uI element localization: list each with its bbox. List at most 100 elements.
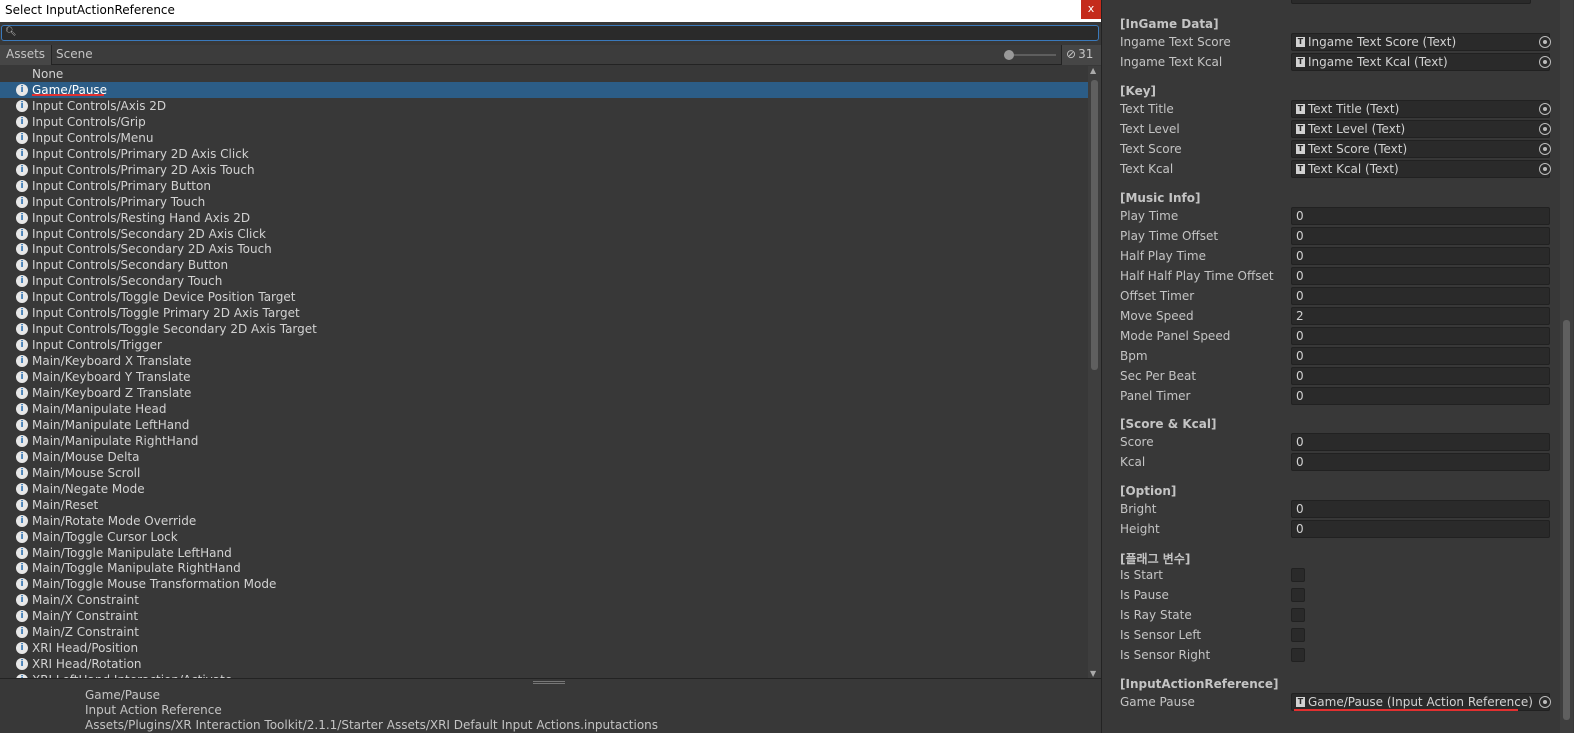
object-picker-icon[interactable] bbox=[1539, 163, 1551, 175]
number-field[interactable]: 0 bbox=[1291, 347, 1550, 365]
object-field[interactable]: T Text Title (Text) bbox=[1291, 100, 1550, 118]
section-header: [Music Info] bbox=[1120, 191, 1201, 205]
input-action-icon: ⅰ bbox=[16, 83, 28, 96]
inspector-scrollbar[interactable] bbox=[1560, 0, 1573, 733]
list-item[interactable]: ⅰ Input Controls/Trigger bbox=[0, 337, 1088, 353]
list-item[interactable]: ⅰ Main/Keyboard Z Translate bbox=[0, 385, 1088, 401]
list-item[interactable]: ⅰ XRI Head/Rotation bbox=[0, 656, 1088, 672]
scroll-up-arrow-icon[interactable]: ▲ bbox=[1090, 66, 1096, 75]
field-label: Text Title bbox=[1120, 102, 1174, 116]
object-picker-icon[interactable] bbox=[1539, 143, 1551, 155]
list-item[interactable]: ⅰ Main/Z Constraint bbox=[0, 624, 1088, 640]
list-item-label: Main/Toggle Manipulate LeftHand bbox=[32, 545, 232, 560]
list-item[interactable]: ⅰ Main/Keyboard Y Translate bbox=[0, 369, 1088, 385]
list-item[interactable]: ⅰ Input Controls/Axis 2D bbox=[0, 98, 1088, 114]
object-field[interactable]: T Ingame Text Kcal (Text) bbox=[1291, 53, 1550, 71]
list-item[interactable]: ⅰ Main/Reset bbox=[0, 497, 1088, 513]
list-item[interactable]: ⅰ Main/Y Constraint bbox=[0, 608, 1088, 624]
number-field[interactable]: 0 bbox=[1291, 520, 1550, 538]
list-item-label: XRI Head/Rotation bbox=[32, 657, 142, 672]
field-label: Offset Timer bbox=[1120, 289, 1195, 303]
number-field[interactable]: 0 bbox=[1291, 247, 1550, 265]
list-item[interactable]: ⅰ Input Controls/Grip bbox=[0, 114, 1088, 130]
inspector-scroll-thumb[interactable] bbox=[1563, 320, 1570, 720]
list-item-label: Main/Mouse Scroll bbox=[32, 465, 141, 480]
list-item[interactable]: ⅰ Input Controls/Primary Button bbox=[0, 178, 1088, 194]
hidden-packages-toggle[interactable]: ⊘ 31 bbox=[1061, 45, 1101, 65]
list-item[interactable]: ⅰ Main/Rotate Mode Override bbox=[0, 513, 1088, 529]
tab-scene[interactable]: Scene bbox=[50, 45, 99, 65]
zoom-slider[interactable] bbox=[1004, 50, 1056, 60]
object-picker-icon[interactable] bbox=[1539, 56, 1551, 68]
list-item[interactable]: ⅰ Main/Manipulate RightHand bbox=[0, 433, 1088, 449]
list-item[interactable]: ⅰ Input Controls/Secondary 2D Axis Click bbox=[0, 226, 1088, 242]
object-picker-icon[interactable] bbox=[1539, 36, 1551, 48]
list-item[interactable]: ⅰ Game/Pause bbox=[0, 81, 1088, 98]
number-field[interactable]: 0 bbox=[1291, 227, 1550, 245]
object-field[interactable]: T Text Score (Text) bbox=[1291, 140, 1550, 158]
list-item[interactable]: ⅰ Main/X Constraint bbox=[0, 592, 1088, 608]
text-component-icon: T bbox=[1296, 104, 1305, 114]
list-item[interactable]: ⅰ Input Controls/Toggle Secondary 2D Axis… bbox=[0, 321, 1088, 337]
tab-assets[interactable]: Assets bbox=[0, 45, 53, 65]
list-item[interactable]: ⅰ Input Controls/Primary 2D Axis Click bbox=[0, 146, 1088, 162]
list-item[interactable]: ⅰ Input Controls/Secondary 2D Axis Touch bbox=[0, 241, 1088, 257]
number-field[interactable]: 2 bbox=[1291, 307, 1550, 325]
splitter-grip-icon[interactable] bbox=[533, 681, 565, 684]
search-input[interactable] bbox=[16, 26, 1096, 40]
list-item[interactable]: ⅰ Input Controls/Primary Touch bbox=[0, 194, 1088, 210]
list-item[interactable]: ⅰ Main/Toggle Mouse Transformation Mode bbox=[0, 576, 1088, 592]
list-scroll-thumb[interactable] bbox=[1091, 80, 1098, 370]
list-item[interactable]: None bbox=[0, 66, 1088, 82]
list-item[interactable]: ⅰ Main/Mouse Scroll bbox=[0, 465, 1088, 481]
checkbox[interactable] bbox=[1291, 628, 1305, 642]
list-item[interactable]: ⅰ Input Controls/Menu bbox=[0, 130, 1088, 146]
number-field[interactable]: 0 bbox=[1291, 433, 1550, 451]
object-picker-icon[interactable] bbox=[1539, 696, 1551, 708]
number-field[interactable]: 0 bbox=[1291, 287, 1550, 305]
number-field[interactable]: 0 bbox=[1291, 367, 1550, 385]
number-field[interactable]: 0 bbox=[1291, 500, 1550, 518]
object-field[interactable]: T Ingame Text Score (Text) bbox=[1291, 33, 1550, 51]
zoom-slider-handle[interactable] bbox=[1004, 50, 1014, 60]
list-item[interactable]: ⅰ Main/Negate Mode bbox=[0, 481, 1088, 497]
list-item[interactable]: ⅰ Main/Manipulate Head bbox=[0, 401, 1088, 417]
list-item[interactable]: ⅰ Main/Mouse Delta bbox=[0, 449, 1088, 465]
text-component-icon: T bbox=[1296, 124, 1305, 134]
scroll-down-arrow-icon[interactable]: ▼ bbox=[1090, 669, 1096, 678]
list-item[interactable]: ⅰ Input Controls/Toggle Device Position T… bbox=[0, 289, 1088, 305]
checkbox[interactable] bbox=[1291, 608, 1305, 622]
list-item[interactable]: ⅰ Main/Manipulate LeftHand bbox=[0, 417, 1088, 433]
input-action-icon: ⅰ bbox=[16, 482, 28, 495]
list-item[interactable]: ⅰ Input Controls/Secondary Button bbox=[0, 257, 1088, 273]
list-item-label: Input Controls/Primary 2D Axis Touch bbox=[32, 162, 255, 177]
input-action-icon: ⅰ bbox=[16, 466, 28, 479]
list-item[interactable]: ⅰ Main/Toggle Cursor Lock bbox=[0, 529, 1088, 545]
field-label: Bpm bbox=[1120, 349, 1148, 363]
list-item[interactable]: ⅰ Main/Toggle Manipulate LeftHand bbox=[0, 545, 1088, 561]
number-field[interactable]: 0 bbox=[1291, 267, 1550, 285]
list-item[interactable]: ⅰ Input Controls/Secondary Touch bbox=[0, 273, 1088, 289]
number-field[interactable]: 0 bbox=[1291, 453, 1550, 471]
list-item[interactable]: ⅰ Main/Toggle Manipulate RightHand bbox=[0, 560, 1088, 576]
details-splitter[interactable] bbox=[0, 678, 1101, 686]
search-box[interactable]: 🔍︎ bbox=[1, 25, 1099, 41]
number-field[interactable]: 0 bbox=[1291, 327, 1550, 345]
details-path: Assets/Plugins/XR Interaction Toolkit/2.… bbox=[85, 718, 659, 732]
checkbox[interactable] bbox=[1291, 568, 1305, 582]
list-item[interactable]: ⅰ Main/Keyboard X Translate bbox=[0, 353, 1088, 369]
checkbox[interactable] bbox=[1291, 648, 1305, 662]
list-item[interactable]: ⅰ Input Controls/Primary 2D Axis Touch bbox=[0, 162, 1088, 178]
list-item[interactable]: ⅰ XRI Head/Position bbox=[0, 640, 1088, 656]
checkbox[interactable] bbox=[1291, 588, 1305, 602]
number-field[interactable]: 0 bbox=[1291, 387, 1550, 405]
list-scrollbar[interactable]: ▲ ▼ bbox=[1088, 66, 1101, 678]
list-item[interactable]: ⅰ Input Controls/Toggle Primary 2D Axis T… bbox=[0, 305, 1088, 321]
list-item[interactable]: ⅰ Input Controls/Resting Hand Axis 2D bbox=[0, 210, 1088, 226]
object-field[interactable]: T Text Kcal (Text) bbox=[1291, 160, 1550, 178]
number-field[interactable]: 0 bbox=[1291, 207, 1550, 225]
object-picker-icon[interactable] bbox=[1539, 123, 1551, 135]
object-picker-icon[interactable] bbox=[1539, 103, 1551, 115]
object-field[interactable]: T Text Level (Text) bbox=[1291, 120, 1550, 138]
close-button[interactable]: x bbox=[1081, 0, 1101, 19]
